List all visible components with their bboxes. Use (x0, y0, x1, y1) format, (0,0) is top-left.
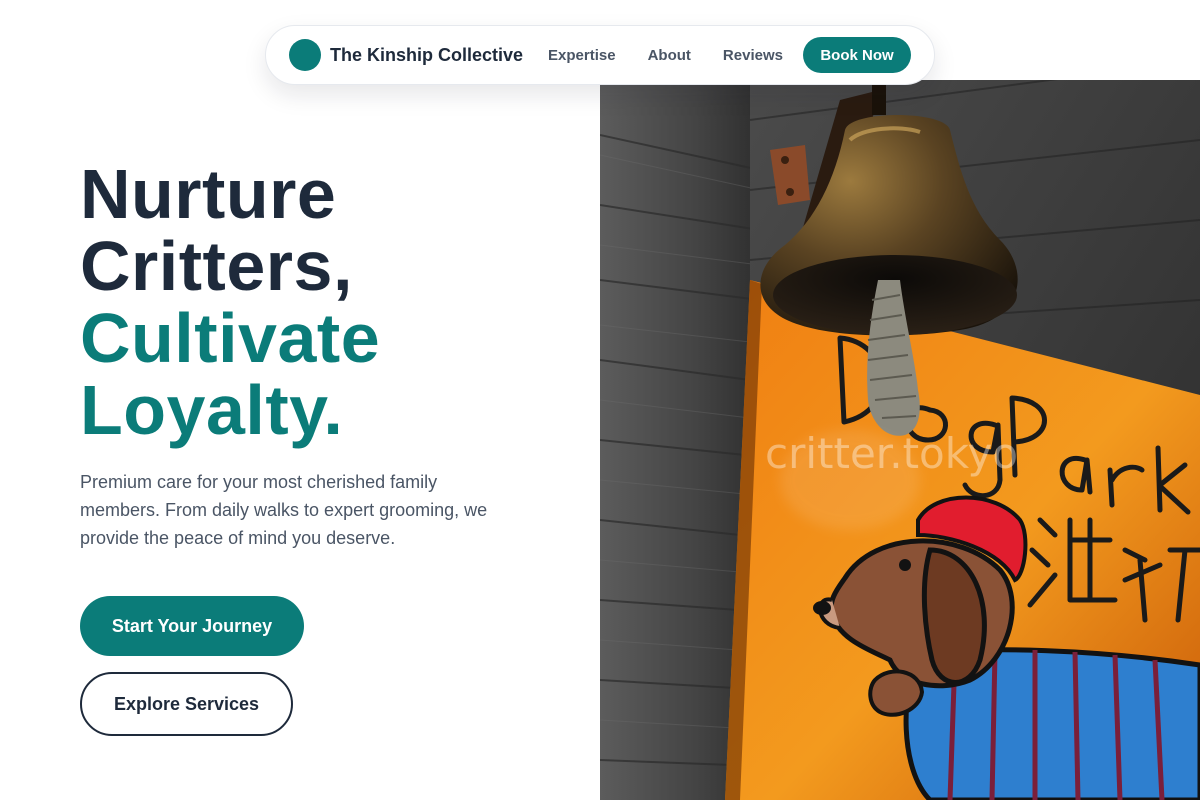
headline-line-1: Nurture (80, 155, 337, 233)
nav-links: Expertise About Reviews (548, 47, 783, 64)
headline-line-4: Loyalty. (80, 371, 344, 449)
headline-line-3: Cultivate (80, 299, 381, 377)
brand-logo-icon (289, 39, 321, 71)
book-now-button[interactable]: Book Now (803, 37, 911, 73)
start-journey-button[interactable]: Start Your Journey (80, 596, 304, 656)
explore-services-button[interactable]: Explore Services (80, 672, 293, 736)
hero-image: critter.tokyo (600, 80, 1200, 800)
hero-subtitle: Premium care for your most cherished fam… (80, 472, 488, 548)
watermark-text: critter.tokyo (765, 429, 1018, 478)
top-nav: The Kinship Collective Expertise About R… (265, 25, 935, 85)
nav-link-reviews[interactable]: Reviews (723, 47, 783, 64)
brand-name: The Kinship Collective (330, 44, 524, 65)
landing-page: critter.tokyo The Kinship Collective Exp… (0, 0, 1200, 800)
brand-link[interactable]: The Kinship Collective (289, 39, 523, 71)
nav-link-about[interactable]: About (648, 47, 691, 64)
hero-headline: Nurture Critters, Cultivate Loyalty. (80, 158, 580, 446)
headline-line-2: Critters, (80, 227, 353, 305)
nav-link-expertise[interactable]: Expertise (548, 47, 616, 64)
hero-copy: Nurture Critters, Cultivate Loyalty. Pre… (80, 158, 580, 552)
